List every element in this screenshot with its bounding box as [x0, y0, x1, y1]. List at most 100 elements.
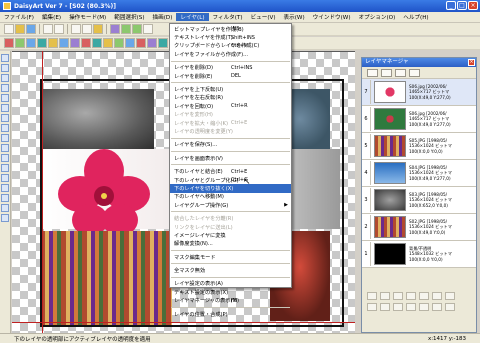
menu-draw[interactable]: 描画(D): [149, 13, 177, 21]
link-icon[interactable]: [393, 303, 403, 311]
menu-window[interactable]: ウインドウ(W): [309, 13, 355, 21]
layer-menu-item[interactable]: レイヤを保存(S)...: [170, 141, 291, 149]
hand-tool-icon[interactable]: [1, 154, 9, 162]
mask-layer-icon[interactable]: [445, 292, 455, 300]
ellipse-tool-icon[interactable]: [1, 104, 9, 112]
gradient-icon[interactable]: [92, 38, 102, 48]
open-folder-icon[interactable]: [15, 24, 25, 34]
layer-row[interactable]: 3 S03.JPG [1998/05/ 1536×1024 ビットマ 100(X:…: [362, 187, 476, 214]
blur-icon[interactable]: [147, 38, 157, 48]
layer-menu-item[interactable]: イメージレイヤに変換: [170, 231, 291, 239]
layer-number[interactable]: 6: [362, 107, 371, 131]
menu-view[interactable]: ビュー(V): [247, 13, 280, 21]
grid-icon[interactable]: [143, 24, 153, 34]
leaf-icon[interactable]: [15, 38, 25, 48]
merge-icon[interactable]: [393, 292, 403, 300]
layer-menu-item[interactable]: 下のレイヤへ移動(M): [170, 193, 291, 201]
layer-row[interactable]: 6 S06.jpg [2002/06/ 1465×717 ビットマ 100(X:4…: [362, 106, 476, 133]
undo-icon[interactable]: [54, 24, 64, 34]
print-icon[interactable]: [43, 24, 53, 34]
delete-layer-icon[interactable]: [395, 68, 406, 77]
airbrush-icon[interactable]: [1, 74, 9, 82]
blend-icon[interactable]: [367, 303, 377, 311]
paste-icon[interactable]: [93, 24, 103, 34]
properties-icon[interactable]: [432, 303, 442, 311]
menu-mode[interactable]: 操作モード(M): [65, 13, 110, 21]
layer-number[interactable]: 3: [362, 188, 371, 212]
line-tool-icon[interactable]: [1, 84, 9, 92]
vertical-guide[interactable]: [42, 51, 43, 333]
menu-layer[interactable]: レイヤ(L): [176, 13, 209, 21]
layer-menu-item[interactable]: クリップボードからレイヤを作成(C) Ctrl+V: [170, 42, 291, 50]
save-icon[interactable]: [26, 24, 36, 34]
layer-row[interactable]: 1 背景/不透明 1548×1032 ビットマ 100(X:0,0 Y:0,0): [362, 241, 476, 268]
palette-icon[interactable]: [110, 24, 120, 34]
eraser-icon[interactable]: [136, 38, 146, 48]
pencil-icon[interactable]: [1, 54, 9, 62]
sharpen-icon[interactable]: [158, 38, 168, 48]
new-layer-icon[interactable]: [367, 68, 378, 77]
eyedropper-icon[interactable]: [1, 184, 9, 192]
maximize-button[interactable]: □: [457, 1, 467, 10]
mask-icon[interactable]: [70, 38, 80, 48]
flatten-icon[interactable]: [419, 303, 429, 311]
layer-menu-item[interactable]: レイヤグループ操作(G) ▶: [170, 201, 291, 209]
zoom-in-icon[interactable]: [121, 24, 131, 34]
text-icon[interactable]: [103, 38, 113, 48]
cut-icon[interactable]: [71, 24, 81, 34]
layer-menu-item[interactable]: ビットマップレイヤを作成(B) INS: [170, 25, 291, 33]
filter-icon[interactable]: [37, 38, 47, 48]
brush-icon[interactable]: [4, 38, 14, 48]
move-down-icon[interactable]: [380, 292, 390, 300]
duplicate-icon[interactable]: [406, 303, 416, 311]
fill-icon[interactable]: [114, 38, 124, 48]
eraser-tool-icon[interactable]: [1, 204, 9, 212]
image-icon[interactable]: [59, 38, 69, 48]
layer-number[interactable]: 1: [362, 242, 371, 266]
brush-tool-icon[interactable]: [1, 64, 9, 72]
visibility-icon[interactable]: [406, 292, 416, 300]
menu-file[interactable]: ファイル(F): [0, 13, 38, 21]
move-up-icon[interactable]: [367, 292, 377, 300]
layer-menu-item[interactable]: 解像度変換(N)...: [170, 240, 291, 248]
help-icon[interactable]: [445, 303, 455, 311]
layer-menu-item[interactable]: レイヤの位置・合成(P): [170, 310, 291, 318]
layer-row[interactable]: 2 S02.JPG [1998/05/ 1536×1024 ビットマ 100(X:…: [362, 214, 476, 241]
layer-menu-item[interactable]: 全マスク無効: [170, 266, 291, 274]
new-file-icon[interactable]: [4, 24, 14, 34]
menu-help[interactable]: ヘルプ(H): [399, 13, 432, 21]
layer-settings-icon[interactable]: [409, 68, 420, 77]
lock-icon[interactable]: [419, 292, 429, 300]
stamp-icon[interactable]: [125, 38, 135, 48]
minimize-button[interactable]: _: [446, 1, 456, 10]
group-icon[interactable]: [432, 292, 442, 300]
layer-number[interactable]: 4: [362, 161, 371, 185]
layer-menu-item[interactable]: 下のレイヤとグループ化(G) Ctrl+G: [170, 176, 291, 184]
horizontal-guide[interactable]: [12, 322, 355, 323]
layer-menu-item[interactable]: テキストレイヤを作成(T) Shift+INS: [170, 33, 291, 42]
layer-icon[interactable]: [26, 38, 36, 48]
menu-edit[interactable]: 編集(E): [38, 13, 65, 21]
layer-row[interactable]: 7 S06.jpg [2002/06/ 1465×717 ビットマ 100(X:4…: [362, 79, 476, 106]
layer-number[interactable]: 2: [362, 215, 371, 239]
menu-select[interactable]: 範囲選択(S): [110, 13, 148, 21]
copy-icon[interactable]: [82, 24, 92, 34]
clone-tool-icon[interactable]: [1, 214, 9, 222]
opacity-icon[interactable]: [380, 303, 390, 311]
open-layer-icon[interactable]: [381, 68, 392, 77]
layer-menu-item[interactable]: マスク編集モード: [170, 253, 291, 261]
layer-menu-item[interactable]: レイヤを上下反転(U): [170, 85, 291, 93]
star-icon[interactable]: [48, 38, 58, 48]
layer-menu-item[interactable]: レイヤを削除(E) DEL: [170, 72, 291, 80]
layer-row[interactable]: 4 S04.JPG [1998/05/ 1536×1024 ビットマ 100(X:…: [362, 160, 476, 187]
layer-number[interactable]: 5: [362, 134, 371, 158]
layer-menu-item[interactable]: レイヤマネージャの表示(M) F8: [170, 297, 291, 305]
layer-menu-item[interactable]: テキスト設定の表示(X): [170, 288, 291, 296]
layer-menu-item[interactable]: レイヤをファイルから作成(F)...: [170, 50, 291, 58]
zoom-out-icon[interactable]: [132, 24, 142, 34]
wand-tool-icon[interactable]: [1, 134, 9, 142]
layer-number[interactable]: 7: [362, 80, 371, 104]
move-tool-icon[interactable]: [1, 144, 9, 152]
text-tool-icon[interactable]: [1, 174, 9, 182]
layer-menu-item[interactable]: レイヤを回転(O) Ctrl+R: [170, 102, 291, 110]
